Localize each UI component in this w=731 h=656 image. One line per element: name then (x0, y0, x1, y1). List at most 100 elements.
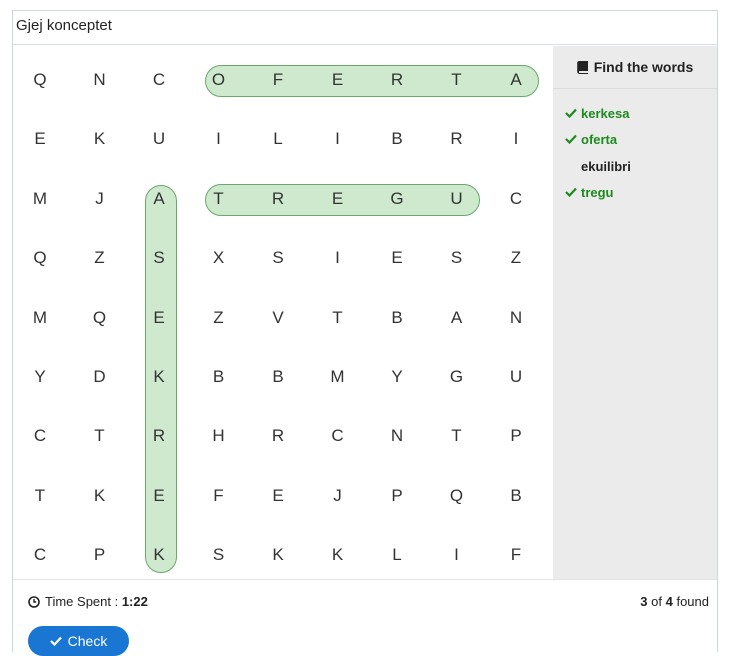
grid-cell[interactable]: I (427, 540, 487, 570)
grid-cell[interactable]: X (189, 243, 249, 273)
check-button-label: Check (67, 633, 108, 649)
found-suffix: found (672, 594, 709, 609)
grid-cell[interactable]: K (70, 481, 130, 511)
grid-cell[interactable]: Y (10, 362, 70, 392)
grid-cell[interactable]: E (308, 65, 368, 95)
time-value: 1:22 (121, 594, 148, 609)
grid-cell[interactable]: J (70, 184, 130, 214)
grid-cell[interactable]: Q (10, 65, 70, 95)
grid-cell[interactable]: M (308, 362, 368, 392)
grid-cell[interactable]: U (427, 184, 487, 214)
grid-cell[interactable]: T (427, 65, 487, 95)
grid-cell[interactable]: K (129, 540, 189, 570)
grid-cell[interactable]: R (248, 184, 308, 214)
grid-cell[interactable]: R (367, 65, 427, 95)
grid-cell[interactable]: E (367, 243, 427, 273)
grid-cell[interactable]: T (70, 421, 130, 451)
grid-cell[interactable]: Z (189, 303, 249, 333)
grid-cell[interactable]: D (70, 362, 130, 392)
grid-cell[interactable]: Y (367, 362, 427, 392)
grid-cell[interactable]: A (486, 65, 546, 95)
grid-cell[interactable]: U (486, 362, 546, 392)
grid-cell[interactable]: M (10, 184, 70, 214)
page-title: Gjej konceptet (16, 17, 112, 34)
word-text: kerkesa (581, 106, 630, 121)
grid-cell[interactable]: Q (427, 481, 487, 511)
grid-cell[interactable]: E (10, 124, 70, 154)
grid-cell[interactable]: C (308, 421, 368, 451)
grid-cell[interactable]: K (308, 540, 368, 570)
grid-cell[interactable]: J (308, 481, 368, 511)
grid-cell[interactable]: Z (70, 243, 130, 273)
grid-cell[interactable]: C (10, 540, 70, 570)
grid-cell[interactable]: C (486, 184, 546, 214)
grid-cell[interactable]: I (308, 243, 368, 273)
grid-cell[interactable]: I (308, 124, 368, 154)
grid-cell[interactable]: T (308, 303, 368, 333)
found-check-icon (565, 185, 577, 201)
grid-cell[interactable]: N (367, 421, 427, 451)
word-list-panel: Find the words kerkesa oferta ekuilibri tre… (553, 46, 717, 579)
grid-cell[interactable]: I (189, 124, 249, 154)
grid-cell[interactable]: G (427, 362, 487, 392)
grid-cell[interactable]: E (308, 184, 368, 214)
found-count: 3 of 4 found (640, 594, 709, 609)
grid-cell[interactable]: U (129, 124, 189, 154)
grid-cell[interactable]: B (189, 362, 249, 392)
grid-cell[interactable]: S (189, 540, 249, 570)
grid-cell[interactable]: S (427, 243, 487, 273)
footer-divider (12, 579, 718, 580)
grid-cell[interactable]: Z (486, 243, 546, 273)
grid-cell[interactable]: T (427, 421, 487, 451)
grid-cell[interactable]: E (129, 303, 189, 333)
grid-cell[interactable]: T (189, 184, 249, 214)
grid-cell[interactable]: A (427, 303, 487, 333)
grid-cell[interactable]: K (70, 124, 130, 154)
found-check-icon (565, 106, 577, 122)
grid-cell[interactable]: C (129, 65, 189, 95)
found-of: of (647, 594, 666, 609)
word-text: oferta (581, 132, 618, 147)
grid-cell[interactable]: Q (70, 303, 130, 333)
grid-cell[interactable]: K (129, 362, 189, 392)
grid-cell[interactable]: I (486, 124, 546, 154)
grid-cell[interactable]: S (248, 243, 308, 273)
grid-cell[interactable]: F (486, 540, 546, 570)
grid-cell[interactable]: B (367, 303, 427, 333)
grid-cell[interactable]: M (10, 303, 70, 333)
grid-cell[interactable]: C (10, 421, 70, 451)
grid-cell[interactable]: G (367, 184, 427, 214)
grid-cell[interactable]: V (248, 303, 308, 333)
grid-cell[interactable]: A (129, 184, 189, 214)
clock-icon (28, 595, 40, 608)
grid-cell[interactable]: O (189, 65, 249, 95)
grid-cell[interactable]: T (10, 481, 70, 511)
grid-cell[interactable]: P (70, 540, 130, 570)
grid-cell[interactable]: P (367, 481, 427, 511)
grid-cell[interactable]: E (248, 481, 308, 511)
grid-cell[interactable]: K (248, 540, 308, 570)
grid-cell[interactable]: F (189, 481, 249, 511)
grid-cell[interactable]: B (486, 481, 546, 511)
grid-cell[interactable]: R (248, 421, 308, 451)
grid-cell[interactable]: Q (10, 243, 70, 273)
letter-grid[interactable]: QNCOFERTAEKUILIBRIMJATREGUCQZSXSIESZMQEZ… (13, 46, 553, 579)
grid-cell[interactable]: S (129, 243, 189, 273)
grid-cell[interactable]: B (248, 362, 308, 392)
grid-cell[interactable]: L (248, 124, 308, 154)
grid-cell[interactable]: R (427, 124, 487, 154)
grid-cell[interactable]: B (367, 124, 427, 154)
time-spent: Time Spent : 1:22 (28, 594, 148, 609)
grid-cell[interactable]: P (486, 421, 546, 451)
word-text: ekuilibri (581, 159, 631, 174)
word-item-ekuilibri: ekuilibri (565, 159, 631, 175)
word-item-oferta: oferta (565, 132, 617, 148)
grid-cell[interactable]: H (189, 421, 249, 451)
grid-cell[interactable]: N (486, 303, 546, 333)
grid-cell[interactable]: F (248, 65, 308, 95)
found-number: 3 (640, 594, 648, 609)
grid-cell[interactable]: E (129, 481, 189, 511)
grid-cell[interactable]: N (70, 65, 130, 95)
grid-cell[interactable]: L (367, 540, 427, 570)
grid-cell[interactable]: R (129, 421, 189, 451)
